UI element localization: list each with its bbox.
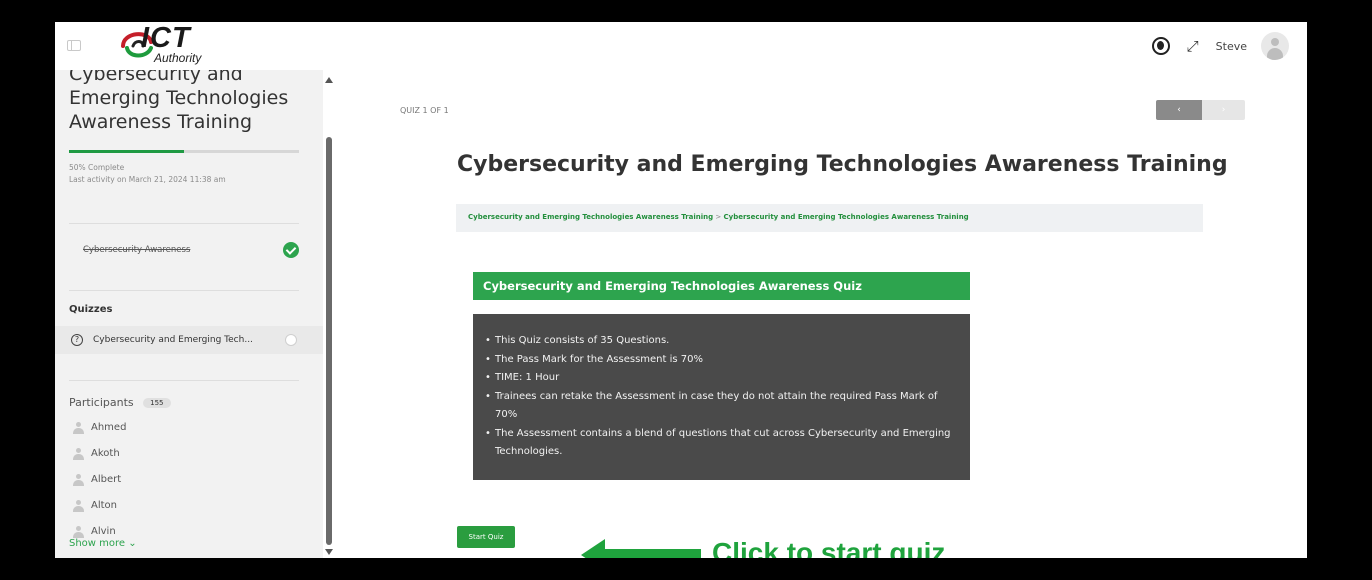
breadcrumb-separator: > [715,213,724,221]
sidebar-quiz-label: Cybersecurity and Emerging Tech... [93,335,253,345]
quiz-rules-list: This Quiz consists of 35 Questions. The … [485,332,958,462]
person-icon [73,474,84,486]
participants-count-badge: 155 [143,398,171,408]
quiz-question-icon: ? [71,334,83,346]
sidebar-divider [69,223,299,224]
quiz-content: QUIZ 1 OF 1 ‹ › Cybersecurity and Emergi… [333,70,1307,558]
quiz-rule: This Quiz consists of 35 Questions. [485,332,958,351]
breadcrumb-course-link[interactable]: Cybersecurity and Emerging Technologies … [468,213,713,221]
quiz-rule: TIME: 1 Hour [485,369,958,388]
course-title[interactable]: Cybersecurity and Emerging Technologies … [69,70,309,134]
show-more-link[interactable]: Show more ⌄ [69,538,137,549]
sidebar-divider [69,290,299,291]
quiz-navigation: ‹ › [1156,100,1245,120]
breadcrumb: Cybersecurity and Emerging Technologies … [456,204,1203,232]
annotation-label: Click to start quiz [712,537,946,558]
sidebar-scrollbar[interactable] [325,77,333,555]
person-icon [73,422,84,434]
last-activity-text: Last activity on March 21, 2024 11:38 am [69,175,226,184]
top-bar: ICT Authority ⤢ Steve [55,22,1307,70]
logo-subtext: Authority [154,51,202,65]
quiz-rule: Trainees can retake the Assessment in ca… [485,388,958,425]
course-sidebar: Cybersecurity and Emerging Technologies … [55,70,323,558]
sidebar-quiz-item[interactable]: ? Cybersecurity and Emerging Tech... [55,326,323,354]
user-name[interactable]: Steve [1216,40,1247,53]
annotation-arrow-icon [581,539,701,558]
participant-name: Albert [91,474,122,485]
avatar[interactable] [1261,32,1289,60]
sidebar-divider [69,380,299,381]
completed-check-icon [283,242,299,258]
quiz-heading: Cybersecurity and Emerging Technologies … [473,272,970,300]
scrollbar-thumb[interactable] [326,137,332,545]
participant-name: Akoth [91,448,120,459]
person-icon [73,448,84,460]
person-icon [73,500,84,512]
previous-button[interactable]: ‹ [1156,100,1202,120]
quiz-rule: The Pass Mark for the Assessment is 70% [485,351,958,370]
app-window: ICT Authority ⤢ Steve Cybersecurity and … [55,22,1307,558]
sidebar-toggle-icon[interactable] [67,40,81,51]
lesson-item[interactable]: Cybersecurity Awareness [69,240,299,262]
participants-label: Participants [69,396,134,409]
scroll-down-icon[interactable] [325,549,333,555]
scroll-up-icon[interactable] [325,77,333,83]
header-actions: ⤢ Steve [1151,32,1289,60]
expand-icon[interactable]: ⤢ [1184,37,1202,55]
progress-info: 50% Complete Last activity on March 21, … [69,162,226,186]
quiz-instructions: This Quiz consists of 35 Questions. The … [473,314,970,480]
quiz-counter: QUIZ 1 OF 1 [400,106,449,115]
quizzes-heading: Quizzes [69,304,113,315]
participants-heading: Participants 155 [69,396,171,409]
participant-name: Alton [91,500,117,511]
next-button[interactable]: › [1202,100,1245,120]
person-icon [73,526,84,538]
quiz-status-icon [285,334,297,346]
participant-name: Alvin [91,526,116,537]
lesson-title: Cybersecurity Awareness [83,245,191,255]
breadcrumb-quiz-link[interactable]: Cybersecurity and Emerging Technologies … [724,213,969,221]
course-progress-bar [69,150,299,153]
participant-name: Ahmed [91,422,127,433]
dark-mode-icon[interactable] [1151,37,1170,55]
progress-percent-text: 50% Complete [69,163,125,172]
quiz-rule: The Assessment contains a blend of quest… [485,425,958,462]
start-quiz-button[interactable]: Start Quiz [457,526,515,548]
page-title: Cybersecurity and Emerging Technologies … [457,152,1228,177]
course-progress-fill [69,150,184,153]
